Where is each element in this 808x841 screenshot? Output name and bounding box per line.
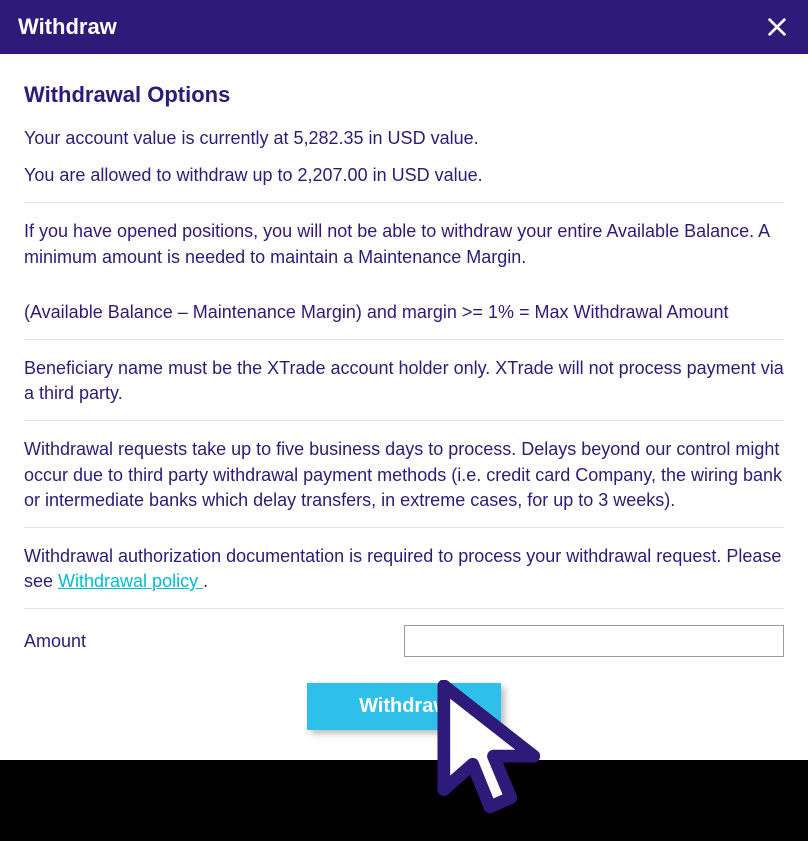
withdraw-modal: Withdraw Withdrawal Options Your account… [0,0,808,760]
section-heading: Withdrawal Options [24,82,784,108]
auth-note-suffix: . [203,571,208,591]
processing-note: Withdrawal requests take up to five busi… [24,437,784,513]
auth-note: Withdrawal authorization documentation i… [24,544,784,594]
amount-label: Amount [24,631,86,652]
divider [24,527,784,528]
divider [24,339,784,340]
formula-text: (Available Balance – Maintenance Margin)… [24,300,784,325]
divider [24,420,784,421]
beneficiary-note: Beneficiary name must be the XTrade acco… [24,356,784,406]
account-value-text: Your account value is currently at 5,282… [24,126,784,151]
modal-header: Withdraw [0,0,808,54]
divider [24,608,784,609]
close-icon[interactable] [764,14,790,40]
submit-wrap: Withdraw [24,683,784,730]
withdrawal-policy-link[interactable]: Withdrawal policy [58,571,203,591]
withdraw-button[interactable]: Withdraw [307,683,501,730]
withdraw-limit-text: You are allowed to withdraw up to 2,207.… [24,163,784,188]
amount-input[interactable] [404,625,784,657]
modal-title: Withdraw [18,14,117,40]
modal-body: Withdrawal Options Your account value is… [0,54,808,760]
divider [24,202,784,203]
amount-row: Amount [24,625,784,657]
positions-note: If you have opened positions, you will n… [24,219,784,269]
